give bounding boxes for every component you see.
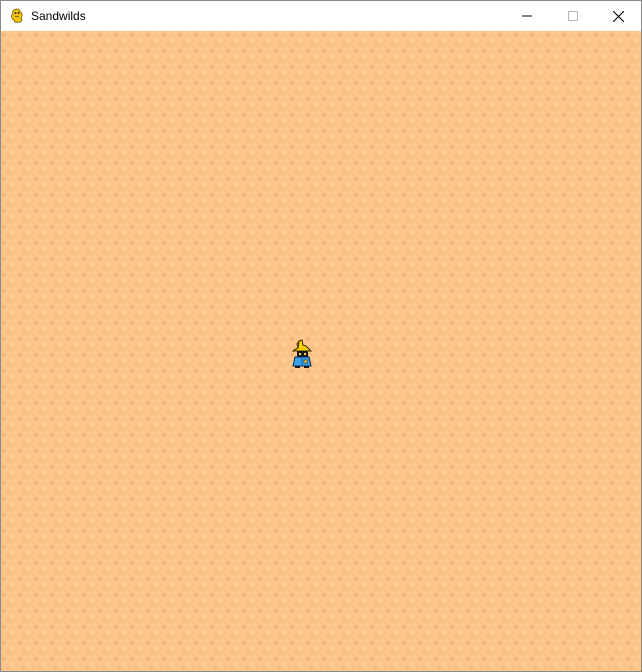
player-black-mage-sprite xyxy=(291,339,313,368)
window-title: Sandwilds xyxy=(31,9,86,23)
minimize-icon xyxy=(522,15,532,17)
close-button[interactable] xyxy=(595,1,641,31)
maximize-button[interactable] xyxy=(550,1,596,31)
close-icon xyxy=(612,10,624,22)
game-canvas[interactable] xyxy=(1,31,641,671)
title-bar[interactable]: Sandwilds xyxy=(1,1,641,31)
game-window: Sandwilds xyxy=(0,0,642,672)
sand-terrain xyxy=(1,31,641,671)
maximize-icon xyxy=(568,11,578,21)
pygame-snake-icon xyxy=(11,8,23,23)
minimize-button[interactable] xyxy=(504,1,550,31)
